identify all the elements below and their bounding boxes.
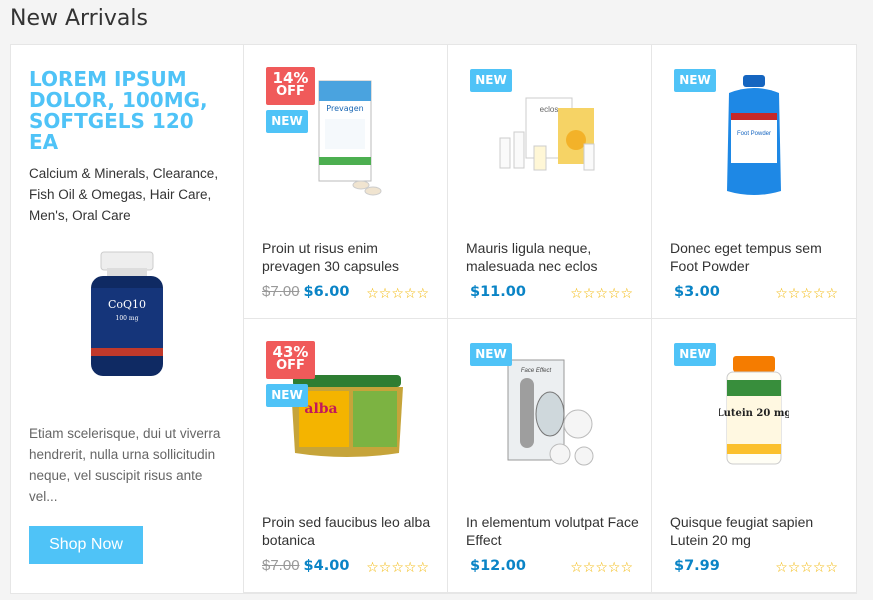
rating-stars: ☆☆☆☆☆ <box>570 285 633 301</box>
sale-badge: 43% OFF <box>266 341 315 379</box>
shop-now-button[interactable]: Shop Now <box>29 526 143 564</box>
current-price: $11.00 <box>470 284 526 300</box>
product-card[interactable]: alba 43% OFF NEW Proin sed faucibus leo a… <box>244 319 448 593</box>
current-price: $12.00 <box>470 558 526 574</box>
new-badge: NEW <box>674 343 716 366</box>
rating-stars: ☆☆☆☆☆ <box>775 559 838 575</box>
product-name[interactable]: Mauris ligula neque, malesuada nec eclos <box>466 239 641 275</box>
product-name[interactable]: Donec eget tempus sem Foot Powder <box>670 239 845 275</box>
sale-percent: 14% <box>272 69 309 87</box>
rating-stars: ☆☆☆☆☆ <box>366 559 429 575</box>
product-card[interactable]: eclos NEW Mauris ligula neque, malesuada… <box>448 45 652 319</box>
featured-description: Etiam scelerisque, dui ut viverra hendre… <box>29 426 221 504</box>
new-badge: NEW <box>266 384 308 407</box>
old-price: $7.00 <box>262 283 300 300</box>
product-name[interactable]: Proin sed faucibus leo alba botanica <box>262 513 437 549</box>
featured-title[interactable]: LOREM IPSUM DOLOR, 100MG, SOFTGELS 120 E… <box>29 69 225 153</box>
product-prices: $7.00 $6.00 <box>262 283 349 300</box>
product-image-label: Lutein 20 mg <box>719 408 789 419</box>
product-card[interactable]: Lutein 20 mg NEW Quisque feugiat sapien … <box>652 319 856 593</box>
featured-image-label: CoQ10 <box>108 298 146 311</box>
sale-percent: 43% <box>272 343 309 361</box>
product-name[interactable]: In elementum volutpat Face Effect <box>466 513 641 549</box>
rating-stars: ☆☆☆☆☆ <box>570 559 633 575</box>
current-price: $3.00 <box>674 284 720 300</box>
section-title: New Arrivals <box>10 6 148 31</box>
rating-stars: ☆☆☆☆☆ <box>366 285 429 301</box>
product-prices: $11.00 <box>466 283 526 300</box>
current-price: $4.00 <box>303 558 350 574</box>
featured-image[interactable]: CoQ10 100 mg <box>57 245 197 385</box>
new-badge: NEW <box>674 69 716 92</box>
current-price: $7.99 <box>674 558 720 574</box>
featured-categories: Calcium & Minerals, Clearance, Fish Oil … <box>29 166 219 223</box>
new-badge: NEW <box>470 69 512 92</box>
product-name[interactable]: Proin ut risus enim prevagen 30 capsules <box>262 239 437 275</box>
product-card[interactable]: Prevagen 14% OFF NEW Proin ut risus enim … <box>244 45 448 319</box>
product-image-label: eclos <box>540 105 559 114</box>
sale-badge: 14% OFF <box>266 67 315 105</box>
sale-off: OFF <box>276 358 305 373</box>
rating-stars: ☆☆☆☆☆ <box>775 285 838 301</box>
product-card[interactable]: Foot Powder NEW Donec eget tempus sem Fo… <box>652 45 856 319</box>
featured-product: LOREM IPSUM DOLOR, 100MG, SOFTGELS 120 E… <box>11 45 244 593</box>
product-image-label: Foot Powder <box>737 131 771 137</box>
product-prices: $7.00 $4.00 <box>262 557 349 574</box>
product-card[interactable]: Face Effect NEW In elementum volutpat Fa… <box>448 319 652 593</box>
sale-off: OFF <box>276 84 305 99</box>
product-prices: $12.00 <box>466 557 526 574</box>
old-price: $7.00 <box>262 557 300 574</box>
new-badge: NEW <box>266 110 308 133</box>
current-price: $6.00 <box>303 284 350 300</box>
product-prices: $3.00 <box>670 283 720 300</box>
product-image-label: Prevagen <box>326 104 363 113</box>
new-badge: NEW <box>470 343 512 366</box>
featured-image-sub: 100 mg <box>116 315 139 322</box>
product-grid: Prevagen 14% OFF NEW Proin ut risus enim … <box>244 45 856 593</box>
product-image-label: Face Effect <box>521 368 552 374</box>
product-prices: $7.99 <box>670 557 720 574</box>
new-arrivals-panel: LOREM IPSUM DOLOR, 100MG, SOFTGELS 120 E… <box>10 44 857 594</box>
product-name[interactable]: Quisque feugiat sapien Lutein 20 mg <box>670 513 845 549</box>
product-image-label: alba <box>304 401 337 417</box>
